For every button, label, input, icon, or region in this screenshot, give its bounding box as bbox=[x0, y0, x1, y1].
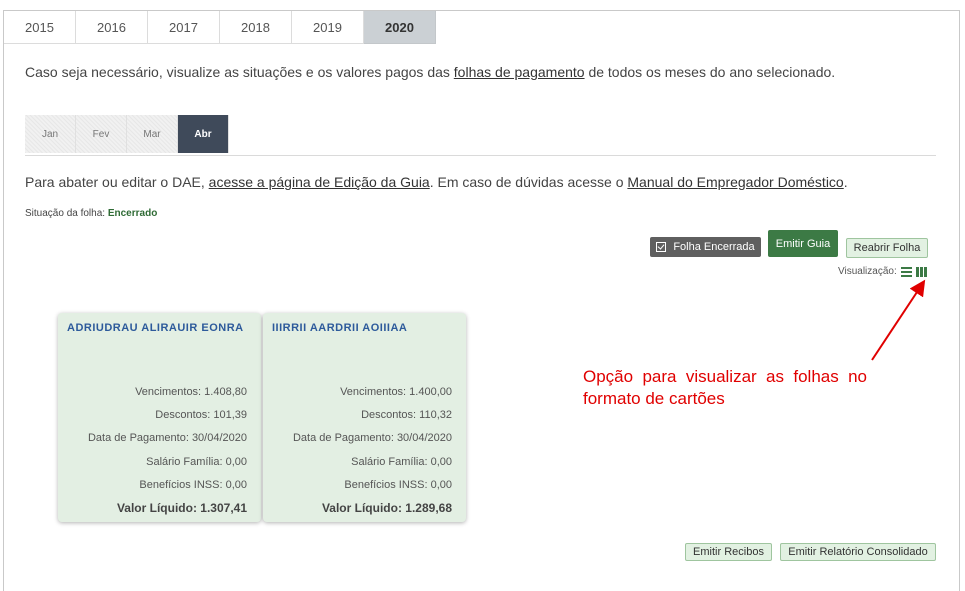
emitir-recibos-button[interactable]: Emitir Recibos bbox=[685, 543, 772, 561]
emitir-relatorio-button[interactable]: Emitir Relatório Consolidado bbox=[780, 543, 936, 561]
annotation-arrow bbox=[871, 279, 926, 361]
